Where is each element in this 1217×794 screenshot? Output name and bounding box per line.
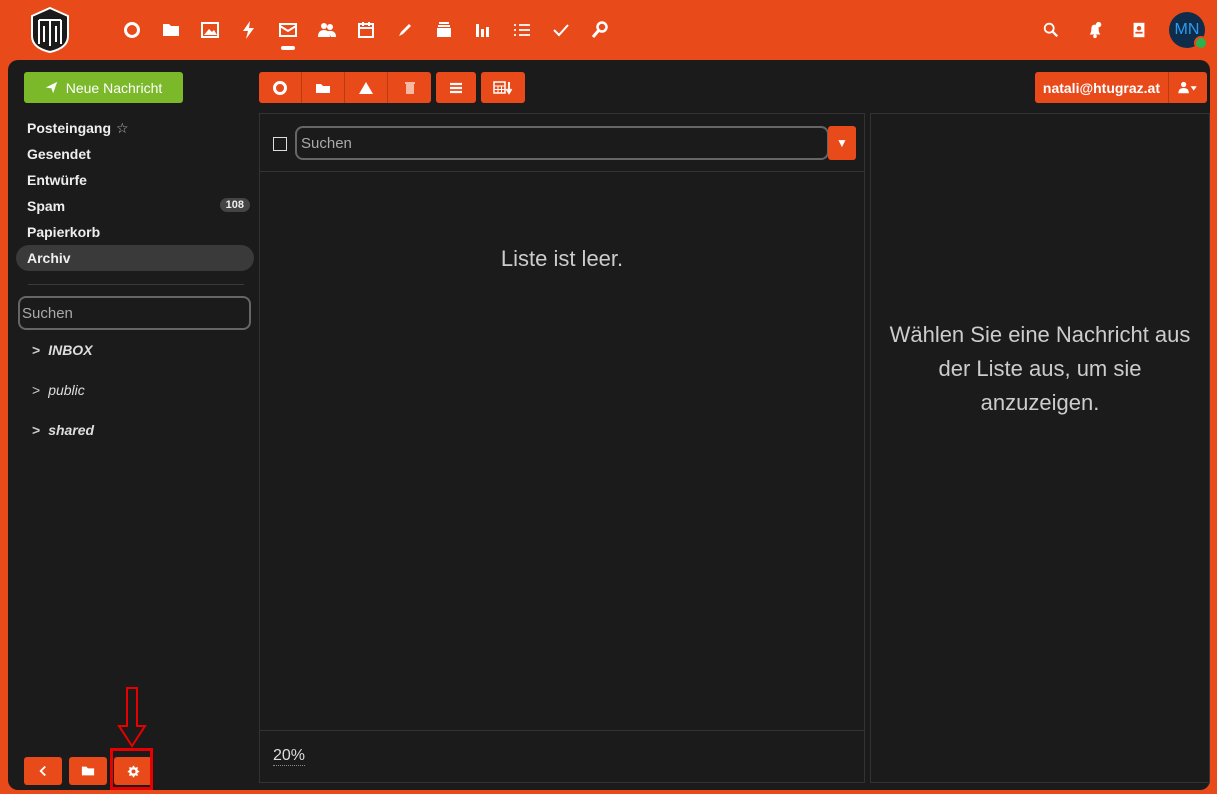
calendar-sort-icon [493, 80, 513, 95]
sidebar-divider [28, 284, 244, 285]
dashboard-icon[interactable] [112, 0, 151, 60]
folder-trash[interactable]: Papierkorb [16, 219, 254, 245]
files-icon[interactable] [151, 0, 190, 60]
passwords-icon[interactable] [580, 0, 619, 60]
logo-icon[interactable] [28, 6, 72, 54]
header-right: MN [1029, 0, 1217, 60]
message-preview-panel: Wählen Sie eine Nachricht aus der Liste … [870, 113, 1210, 783]
account-selector[interactable]: natali@htugraz.at [1034, 72, 1207, 103]
folder-spam[interactable]: Spam 108 [16, 193, 254, 219]
folder-sent[interactable]: Gesendet [16, 141, 254, 167]
preview-placeholder-text: Wählen Sie eine Nachricht aus der Liste … [889, 322, 1191, 415]
collapse-sidebar-button[interactable] [24, 757, 62, 785]
star-icon[interactable]: ☆ [116, 120, 129, 137]
notes-icon[interactable] [385, 0, 424, 60]
empty-list-message: Liste ist leer. [500, 246, 624, 271]
delete-button[interactable] [388, 72, 431, 103]
folder-icon [316, 83, 330, 93]
message-search-input[interactable] [295, 126, 829, 160]
folder-list: Posteingang ☆ Gesendet Entwürfe Spam 108… [16, 115, 254, 271]
chevron-right-icon[interactable]: > [32, 382, 40, 398]
user-dropdown-icon[interactable] [1168, 72, 1207, 103]
chevron-right-icon[interactable]: > [32, 342, 40, 358]
message-list-header: ▼ [260, 114, 864, 172]
calendar-icon[interactable] [346, 0, 385, 60]
tasks-icon[interactable] [502, 0, 541, 60]
top-navigation-bar: MN [0, 0, 1217, 60]
folder-manager-button[interactable] [69, 757, 107, 785]
tree-item-inbox[interactable]: > INBOX [32, 340, 252, 360]
deck-icon[interactable] [424, 0, 463, 60]
refresh-icon [273, 80, 287, 95]
search-options-button[interactable]: ▼ [828, 126, 856, 160]
menu-button[interactable] [436, 72, 476, 103]
folder-label: Archiv [27, 250, 71, 266]
folder-inbox[interactable]: Posteingang ☆ [16, 115, 254, 141]
account-email: natali@htugraz.at [1042, 79, 1160, 96]
zoom-level[interactable]: 20% [273, 747, 306, 766]
activity-icon[interactable] [229, 0, 268, 60]
unread-count-badge: 108 [219, 198, 250, 212]
refresh-button[interactable] [259, 72, 302, 103]
message-list-footer: 20% [260, 730, 864, 782]
caret-down-icon: ▼ [836, 136, 848, 150]
folder-tree: > INBOX > public > shared [32, 340, 252, 460]
chevron-right-icon[interactable]: > [32, 422, 40, 438]
contacts-icon[interactable] [307, 0, 346, 60]
move-button[interactable] [302, 72, 345, 103]
tree-item-label: public [48, 382, 85, 398]
tree-item-label: INBOX [48, 342, 93, 358]
checks-icon[interactable] [541, 0, 580, 60]
search-icon[interactable] [1029, 0, 1073, 60]
annotation-arrow-icon [117, 687, 147, 748]
tree-item-public[interactable]: > public [32, 380, 252, 400]
trash-icon [404, 81, 415, 94]
folder-label: Posteingang [27, 120, 112, 136]
photos-icon[interactable] [190, 0, 229, 60]
select-all-checkbox[interactable] [273, 137, 287, 151]
highlight-box [110, 748, 153, 790]
folder-archive[interactable]: Archiv [16, 245, 254, 271]
notifications-icon[interactable] [1073, 0, 1117, 60]
avatar-initials: MN [1174, 21, 1200, 38]
app-nav [112, 0, 619, 60]
folder-drafts[interactable]: Entwürfe [16, 167, 254, 193]
message-list-panel: ▼ Liste ist leer. 20% [259, 113, 865, 783]
menu-icon [450, 82, 462, 93]
new-message-button[interactable]: Neue Nachricht [24, 72, 183, 103]
chevron-left-icon [39, 765, 46, 777]
tree-item-label: shared [48, 422, 95, 438]
contacts-menu-icon[interactable] [1117, 0, 1161, 60]
folder-label: Papierkorb [27, 224, 101, 240]
tree-item-shared[interactable]: > shared [32, 420, 252, 440]
send-icon [45, 81, 57, 94]
mail-icon[interactable] [268, 0, 307, 60]
folder-label: Gesendet [27, 146, 91, 162]
calendar-sort-button[interactable] [481, 72, 525, 103]
new-message-label: Neue Nachricht [65, 79, 163, 96]
warning-icon [359, 81, 373, 94]
spam-button[interactable] [345, 72, 388, 103]
message-toolbar [259, 72, 525, 103]
folder-icon [81, 766, 95, 776]
folder-search-input[interactable] [18, 296, 251, 330]
folder-label: Spam [27, 198, 66, 214]
folder-label: Entwürfe [27, 172, 87, 188]
online-status-icon [1194, 36, 1208, 50]
analytics-icon[interactable] [463, 0, 502, 60]
avatar[interactable]: MN [1169, 12, 1208, 50]
